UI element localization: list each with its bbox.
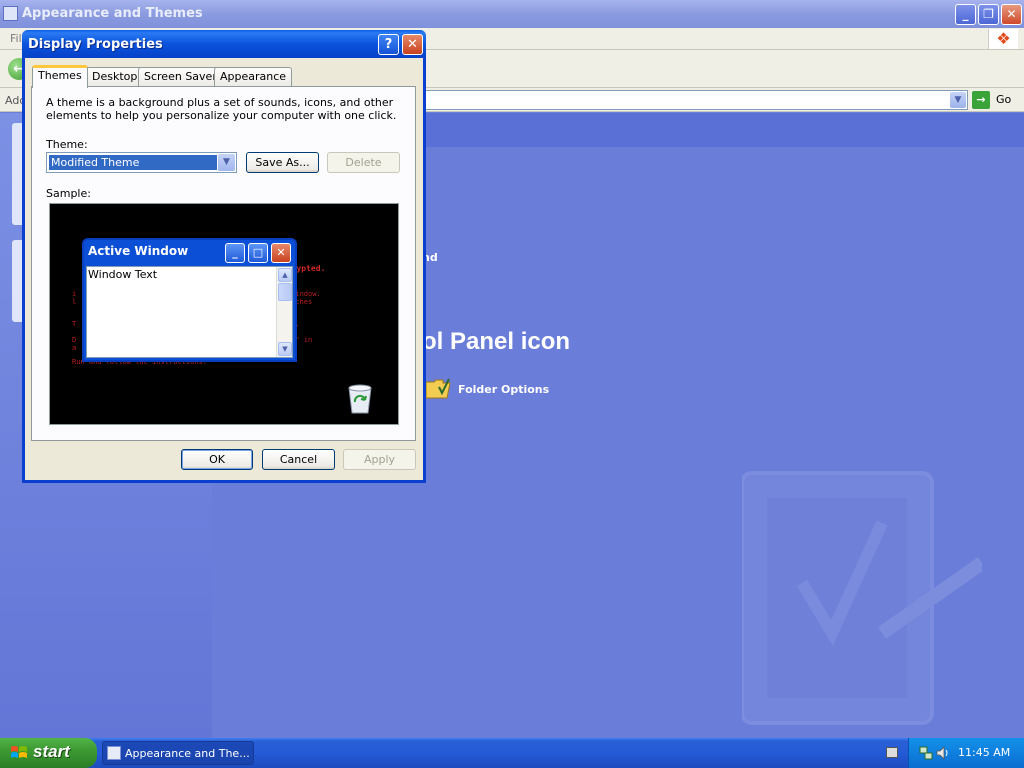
network-icon[interactable] [919, 746, 933, 760]
taskbar-item-label: Appearance and The... [125, 747, 250, 760]
watermark-graphic [742, 471, 982, 725]
sample-window-title: Active Window [88, 244, 189, 258]
go-label: Go [996, 93, 1012, 106]
sample-close-icon: ✕ [271, 243, 291, 263]
tab-appearance[interactable]: Appearance [214, 67, 293, 86]
dialog-title-bar[interactable]: Display Properties ? ✕ [22, 30, 426, 58]
control-panel-icon [3, 6, 18, 21]
themes-description: A theme is a background plus a set of so… [46, 96, 397, 122]
windows-logo-icon: ❖ [988, 29, 1018, 49]
theme-label: Theme: [46, 138, 88, 151]
scroll-up-icon: ▲ [278, 268, 292, 282]
save-as-button[interactable]: Save As... [246, 152, 319, 173]
sample-label: Sample: [46, 187, 91, 200]
go-button[interactable]: → Go [972, 90, 1020, 110]
themes-tab-panel: A theme is a background plus a set of so… [31, 86, 416, 441]
start-label: start [33, 742, 70, 761]
section-heading: ol Panel icon [422, 328, 571, 355]
sample-minimize-icon: _ [225, 243, 245, 263]
keyboard-icon[interactable] [886, 747, 898, 758]
explorer-title-bar[interactable]: Appearance and Themes _ ❐ ✕ [0, 0, 1024, 28]
recycle-bin-icon [348, 384, 372, 414]
display-properties-dialog: Display Properties ? ✕ Themes Desktop Sc… [22, 30, 426, 483]
ok-button[interactable]: OK [181, 449, 253, 470]
go-arrow-icon: → [972, 91, 990, 109]
minimize-button[interactable]: _ [955, 4, 976, 25]
theme-selected-value: Modified Theme [48, 154, 218, 171]
sample-active-window: Active Window _ □ ✕ Window Text ▲ ▼ [82, 238, 297, 362]
scroll-down-icon: ▼ [278, 342, 292, 356]
taskbar: start Appearance and The... 11:45 AM [0, 738, 1024, 768]
sample-window-body: Window Text ▲ ▼ [86, 266, 293, 358]
sample-window-text: Window Text [88, 268, 158, 281]
theme-select[interactable]: Modified Theme ▼ [46, 152, 237, 173]
delete-button[interactable]: Delete [327, 152, 400, 173]
tab-desktop[interactable]: Desktop [86, 67, 144, 86]
restore-button[interactable]: ❐ [978, 4, 999, 25]
tab-screen-saver[interactable]: Screen Saver [138, 67, 223, 86]
chevron-down-icon[interactable]: ▼ [950, 92, 966, 108]
sample-scrollbar: ▲ ▼ [276, 267, 292, 357]
start-button[interactable]: start [0, 738, 97, 768]
control-panel-icon [107, 746, 121, 760]
cancel-button[interactable]: Cancel [262, 449, 335, 470]
address-input[interactable]: ▼ [424, 90, 968, 110]
dialog-close-button[interactable]: ✕ [402, 34, 423, 55]
volume-icon[interactable] [936, 746, 950, 760]
scroll-thumb [278, 283, 292, 301]
clock[interactable]: 11:45 AM [958, 746, 1010, 759]
help-button[interactable]: ? [378, 34, 399, 55]
windows-flag-icon [11, 746, 27, 758]
theme-sample-preview: ncrypted. i ecrypter" window. l r your b… [49, 203, 399, 425]
tab-themes[interactable]: Themes [32, 65, 88, 88]
chevron-down-icon[interactable]: ▼ [218, 154, 235, 171]
apply-button[interactable]: Apply [343, 449, 416, 470]
tab-strip: Themes Desktop Screen Saver Appearance [32, 65, 422, 88]
folder-options-icon[interactable] [425, 377, 451, 399]
dialog-title: Display Properties [28, 37, 163, 52]
system-tray: 11:45 AM [908, 738, 1024, 768]
taskbar-item-appearance[interactable]: Appearance and The... [102, 741, 254, 765]
explorer-close-button[interactable]: ✕ [1001, 4, 1022, 25]
explorer-title: Appearance and Themes [22, 6, 203, 21]
folder-options-link[interactable]: Folder Options [458, 383, 549, 396]
sample-maximize-icon: □ [248, 243, 268, 263]
